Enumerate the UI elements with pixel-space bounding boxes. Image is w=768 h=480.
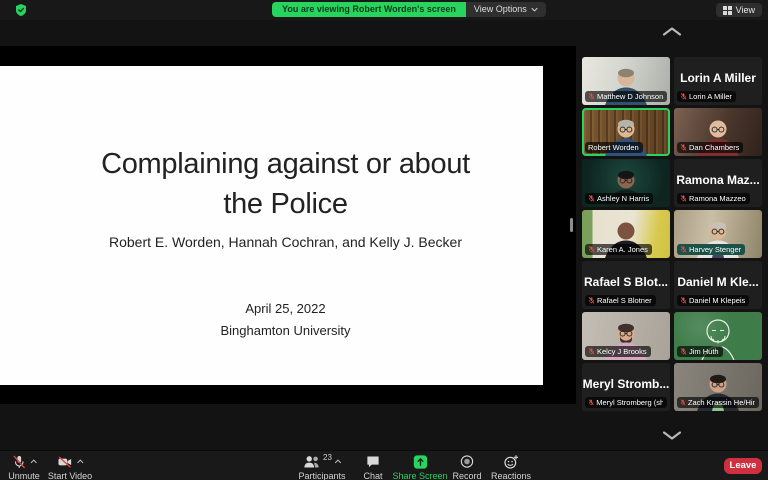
zoom-window: You are viewing Robert Worden's screen V… (0, 0, 768, 480)
participant-label: Kelcy J Brooks (585, 346, 651, 357)
chevron-down-icon[interactable] (661, 428, 683, 439)
slide-title: Complaining against or about the Police (28, 144, 543, 224)
start-video-label: Start Video (48, 471, 92, 480)
share-screen-icon (412, 454, 428, 470)
participant-tile[interactable]: Daniel M Kle... Daniel M Klepeis (674, 261, 762, 309)
participant-tile[interactable]: Dan Chambers (674, 108, 762, 156)
participant-name: Daniel M Kle... (674, 275, 762, 289)
chevron-up-icon[interactable] (661, 24, 683, 35)
participants-button[interactable]: 23 Participants (298, 453, 345, 480)
participant-label: Jim Huth (677, 346, 723, 357)
record-icon (459, 454, 474, 469)
slide-title-line1: Complaining against or about (28, 144, 543, 184)
participants-panel: Matthew D JohnsonLorin A MillerLorin A M… (576, 20, 768, 450)
participant-label: Rafael S Blotner (585, 295, 656, 306)
participant-tile[interactable]: Matthew D Johnson (582, 57, 670, 105)
slide-institution: Binghamton University (28, 320, 543, 342)
participant-tile[interactable]: Lorin A Miller Lorin A Miller (674, 57, 762, 105)
view-options-label: View Options (474, 2, 527, 17)
participant-tile[interactable]: Zach Krassin He/Him/... (674, 363, 762, 411)
participants-count: 23 (323, 453, 332, 462)
muted-mic-icon (588, 245, 595, 254)
participant-name: Rafael S Blot... (582, 275, 670, 289)
view-button-label: View (736, 5, 755, 15)
gallery-grid-icon (723, 6, 732, 15)
participant-label: Dan Chambers (677, 142, 743, 153)
muted-mic-icon (680, 347, 687, 356)
participant-name: Meryl Stromb... (582, 377, 670, 391)
participant-label: Daniel M Klepeis (677, 295, 749, 306)
chat-bubble-icon (365, 454, 380, 469)
participant-tile[interactable]: Meryl Stromb... Meryl Stromberg (sh... (582, 363, 670, 411)
participant-grid: Matthew D JohnsonLorin A MillerLorin A M… (582, 57, 762, 411)
camera-muted-icon (56, 454, 74, 470)
chat-button[interactable]: Chat (363, 453, 382, 480)
participant-label: Robert Worden (585, 142, 643, 153)
chat-label: Chat (363, 471, 382, 480)
muted-mic-icon (588, 92, 595, 101)
participant-tile[interactable]: Kelcy J Brooks (582, 312, 670, 360)
presentation-slide: Complaining against or about the Police … (0, 66, 543, 385)
muted-mic-icon (588, 194, 595, 203)
share-screen-button[interactable]: Share Screen (392, 453, 447, 480)
reactions-button[interactable]: Reactions (491, 453, 531, 480)
muted-mic-icon (680, 143, 687, 152)
participant-name: Lorin A Miller (674, 71, 762, 85)
top-bar: You are viewing Robert Worden's screen V… (0, 0, 768, 20)
muted-mic-icon (588, 347, 595, 356)
chevron-up-icon[interactable] (30, 459, 37, 464)
screen-share-banner: You are viewing Robert Worden's screen (272, 2, 466, 17)
participant-tile[interactable]: Harvey Stenger (674, 210, 762, 258)
chevron-up-icon[interactable] (335, 459, 342, 464)
muted-mic-icon (588, 398, 594, 407)
record-button[interactable]: Record (452, 453, 481, 480)
slide-title-line2: the Police (28, 184, 543, 224)
reactions-icon (503, 454, 519, 470)
mic-muted-icon (11, 454, 27, 470)
participant-label: Meryl Stromberg (sh... (585, 397, 667, 408)
chevron-up-icon[interactable] (77, 459, 84, 464)
participant-label: Ashley N Harris (585, 193, 653, 204)
participant-tile[interactable]: Ashley N Harris (582, 159, 670, 207)
muted-mic-icon (680, 398, 686, 407)
slide-date-block: April 25, 2022 Binghamton University (28, 298, 543, 342)
muted-mic-icon (588, 296, 595, 305)
participant-tile[interactable]: Rafael S Blot... Rafael S Blotner (582, 261, 670, 309)
view-options-button[interactable]: View Options (466, 2, 546, 17)
participants-icon (302, 454, 320, 469)
record-label: Record (452, 471, 481, 480)
participant-tile[interactable]: Karen A. Jones (582, 210, 670, 258)
meeting-toolbar: Unmute Start Video 23 (0, 450, 768, 480)
chevron-down-icon (531, 7, 538, 12)
participant-label: Lorin A Miller (677, 91, 736, 102)
leave-button[interactable]: Leave (724, 458, 762, 474)
muted-mic-icon (680, 245, 687, 254)
scrollbar-thumb[interactable] (570, 218, 573, 232)
slide-date: April 25, 2022 (28, 298, 543, 320)
share-screen-label: Share Screen (392, 471, 447, 480)
participant-name: Ramona Maz... (674, 173, 762, 187)
participant-tile[interactable]: Robert Worden (582, 108, 670, 156)
muted-mic-icon (680, 194, 687, 203)
shared-screen-area: Complaining against or about the Police … (0, 46, 576, 404)
start-video-button[interactable]: Start Video (48, 453, 92, 480)
slide-authors: Robert E. Worden, Hannah Cochran, and Ke… (28, 234, 543, 250)
muted-mic-icon (680, 296, 687, 305)
participant-label: Karen A. Jones (585, 244, 652, 255)
muted-mic-icon (680, 92, 687, 101)
shield-check-icon[interactable] (14, 3, 28, 17)
unmute-button[interactable]: Unmute (8, 453, 40, 480)
participant-label: Harvey Stenger (677, 244, 745, 255)
participant-label: Matthew D Johnson (585, 91, 667, 102)
share-banner-group: You are viewing Robert Worden's screen V… (272, 2, 546, 17)
unmute-label: Unmute (8, 471, 40, 480)
participant-tile[interactable]: Ramona Maz... Ramona Mazzeo (674, 159, 762, 207)
participant-label: Zach Krassin He/Him/... (677, 397, 759, 408)
reactions-label: Reactions (491, 471, 531, 480)
participant-tile[interactable]: Jim Huth (674, 312, 762, 360)
participants-label: Participants (298, 471, 345, 480)
view-button[interactable]: View (716, 3, 762, 17)
participant-label: Ramona Mazzeo (677, 193, 750, 204)
